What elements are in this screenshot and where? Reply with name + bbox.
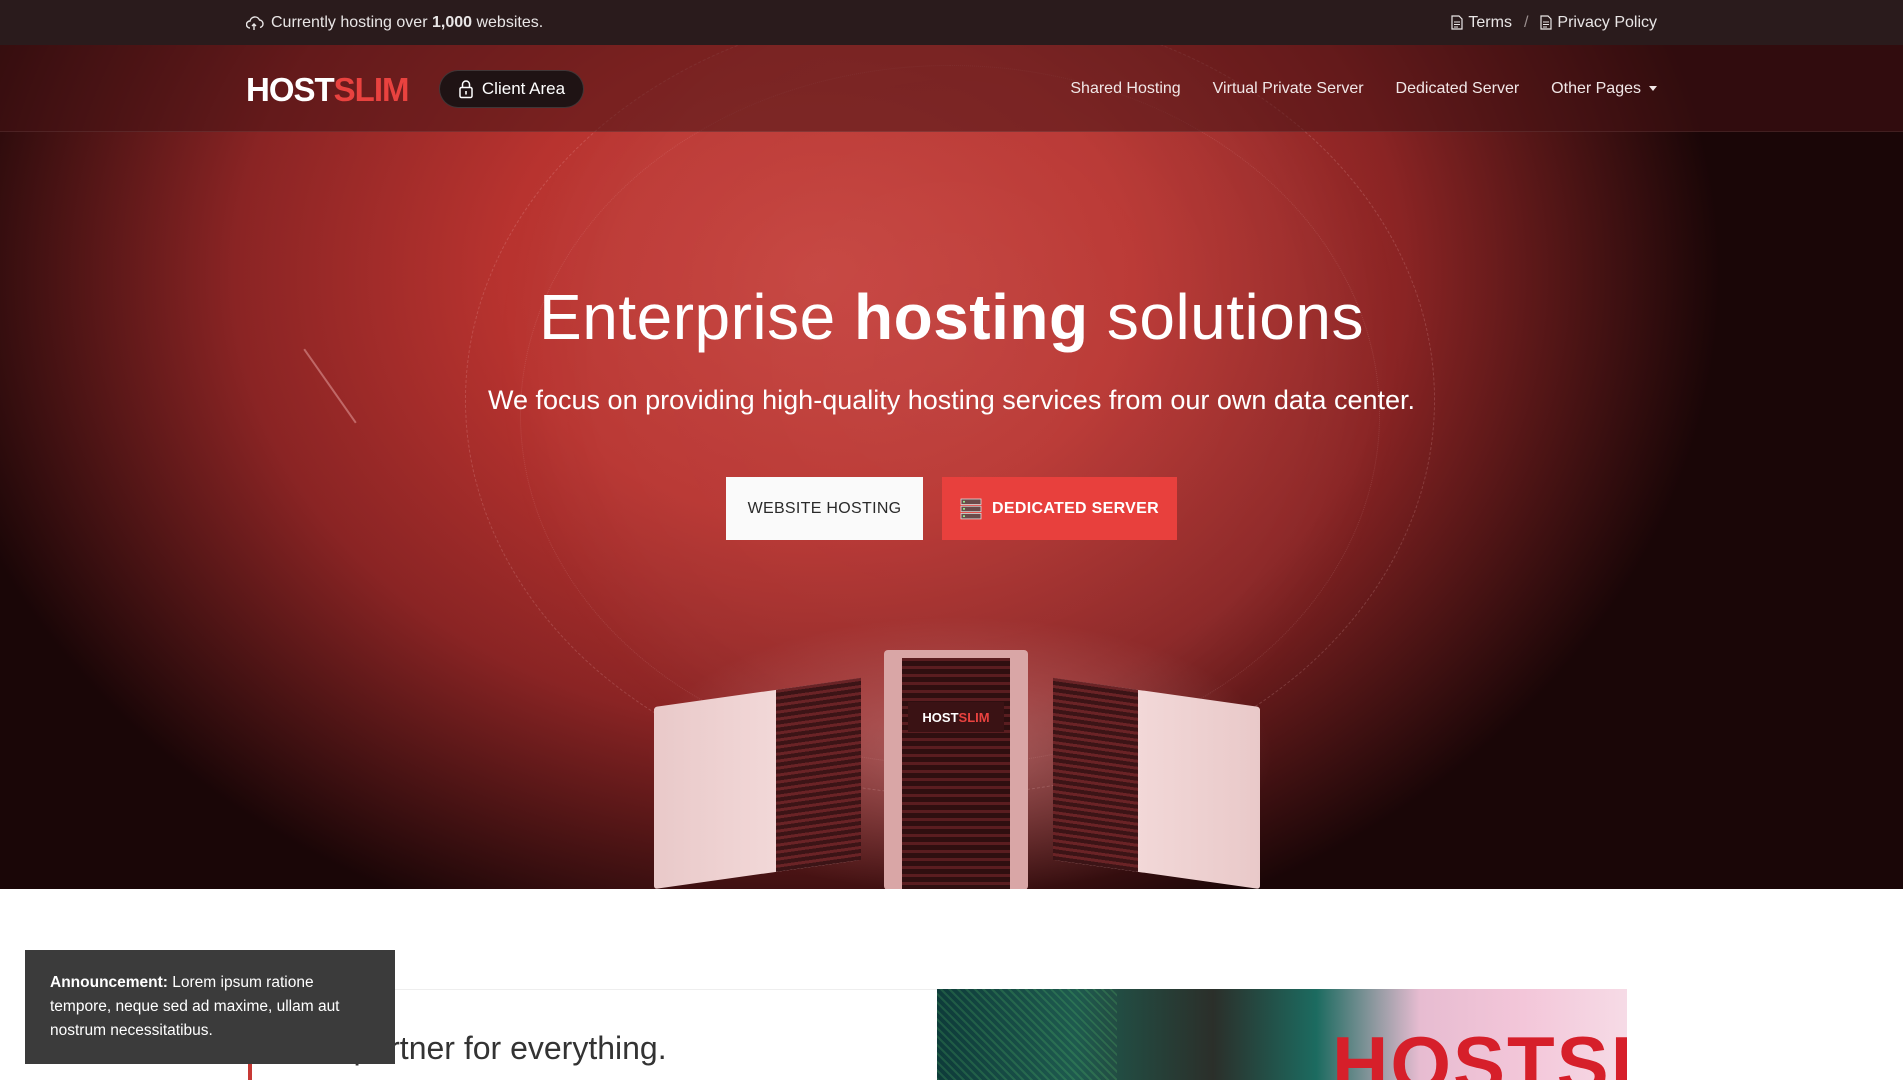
caret-down-icon: [1649, 86, 1657, 91]
lock-icon: [458, 79, 474, 99]
hosting-prefix: Currently hosting over: [271, 13, 428, 31]
nav-menu: Shared Hosting Virtual Private Server De…: [1070, 45, 1657, 132]
server-tower-right: [1053, 677, 1260, 889]
hero-subtitle: We focus on providing high-quality hosti…: [488, 385, 1415, 415]
hero-title: Enterprise hosting solutions: [539, 281, 1364, 353]
client-area-label: Client Area: [481, 79, 566, 98]
hosting-suffix: websites.: [476, 13, 544, 31]
privacy-policy-link[interactable]: Privacy Policy: [1540, 14, 1657, 32]
client-area-button[interactable]: Client Area: [439, 70, 584, 108]
server-tower-left: [654, 677, 861, 889]
datacenter-photo: HOSTSLIM: [937, 989, 1627, 1080]
privacy-policy-label: Privacy Policy: [1557, 13, 1657, 31]
nav-other-pages-label: Other Pages: [1551, 79, 1641, 97]
document-icon: [1451, 15, 1464, 30]
photo-sign-text: HOSTSLIM: [1332, 1020, 1627, 1080]
server-tower-center: HOST SLIM: [884, 650, 1028, 889]
announcement-label: Announcement:: [50, 974, 168, 991]
nav-other-pages[interactable]: Other Pages: [1551, 80, 1657, 98]
nav-virtual-private-server[interactable]: Virtual Private Server: [1213, 80, 1364, 98]
hero-section: HOSTSLIM Client Area Shared Hosting Virt…: [0, 45, 1903, 889]
document-icon: [1540, 15, 1553, 30]
server-logo: HOST SLIM: [908, 702, 1004, 732]
cloud-icon: [246, 15, 264, 31]
nav-dedicated-server[interactable]: Dedicated Server: [1396, 80, 1520, 98]
terms-link[interactable]: Terms: [1451, 14, 1512, 32]
top-bar: Currently hosting over 1,000 websites. T…: [0, 0, 1903, 45]
hosting-count: 1,000: [431, 13, 473, 31]
server-icon: [960, 498, 982, 520]
website-hosting-button[interactable]: WEBSITE HOSTING: [726, 477, 923, 540]
announcement-toast[interactable]: Announcement: Lorem ipsum ratione tempor…: [25, 950, 395, 1064]
dedicated-server-button[interactable]: DEDICATED SERVER: [942, 477, 1177, 540]
terms-label: Terms: [1468, 13, 1512, 31]
hosting-count-notice: Currently hosting over 1,000 websites.: [246, 14, 543, 32]
nav-shared-hosting[interactable]: Shared Hosting: [1070, 80, 1180, 98]
main-navbar: HOSTSLIM Client Area Shared Hosting Virt…: [0, 45, 1903, 132]
breadcrumb-separator: /: [1523, 13, 1529, 31]
hostslim-logo[interactable]: HOSTSLIM: [246, 71, 409, 109]
dedicated-server-label: DEDICATED SERVER: [992, 499, 1159, 517]
